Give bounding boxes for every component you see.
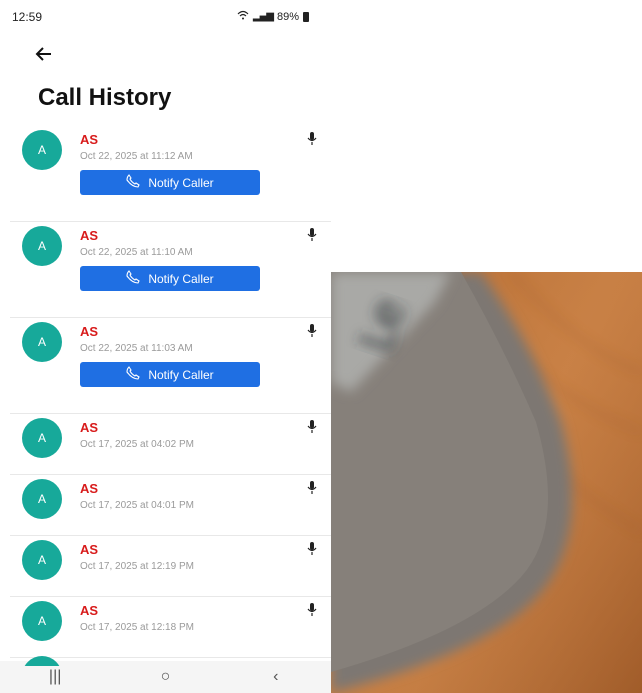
caller-name: AS — [80, 542, 99, 557]
notify-caller-label: Notify Caller — [148, 175, 214, 190]
call-datetime: Oct 17, 2025 at 12:19 PM — [80, 561, 194, 572]
microphone-icon[interactable] — [307, 542, 317, 556]
call-history-list: A AS Oct 22, 2025 at 11:12 AM Notify Cal… — [10, 126, 331, 658]
partial-call-row — [10, 656, 331, 666]
caller-name: AS — [80, 420, 99, 435]
call-datetime: Oct 17, 2025 at 04:02 PM — [80, 439, 194, 450]
photo-illustration: Le — [331, 272, 642, 693]
home-button[interactable]: ○ — [145, 668, 185, 686]
call-datetime: Oct 17, 2025 at 12:18 PM — [80, 622, 194, 633]
microphone-icon[interactable] — [307, 603, 317, 617]
notify-caller-button[interactable]: Notify Caller — [80, 266, 260, 291]
status-time: 12:59 — [12, 10, 43, 24]
microphone-icon[interactable] — [307, 481, 317, 495]
phone-screenshot: 12:59 ▂▄▆ 89% Call History A AS Oct 22, … — [0, 0, 331, 693]
call-row[interactable]: A AS Oct 22, 2025 at 11:10 AM Notify Cal… — [10, 222, 331, 318]
phone-icon — [126, 174, 141, 191]
avatar — [22, 656, 62, 666]
call-row[interactable]: A AS Oct 17, 2025 at 12:19 PM — [10, 536, 331, 597]
avatar: A — [22, 226, 62, 266]
caller-name: AS — [80, 481, 99, 496]
microphone-icon[interactable] — [307, 420, 317, 434]
signal-icon: ▂▄▆ — [252, 11, 274, 22]
status-icons: ▂▄▆ 89% — [237, 10, 309, 23]
call-row[interactable]: A AS Oct 22, 2025 at 11:12 AM Notify Cal… — [10, 126, 331, 222]
avatar: A — [22, 322, 62, 362]
back-button[interactable]: ‹ — [256, 668, 296, 686]
call-row[interactable]: A AS Oct 22, 2025 at 11:03 AM Notify Cal… — [10, 318, 331, 414]
page-title: Call History — [38, 84, 172, 111]
back-arrow-icon[interactable] — [34, 44, 58, 68]
phone-icon — [126, 366, 141, 383]
battery-percent: 89% — [276, 10, 299, 23]
call-datetime: Oct 17, 2025 at 04:01 PM — [80, 500, 194, 511]
call-datetime: Oct 22, 2025 at 11:03 AM — [80, 343, 193, 354]
call-row[interactable]: A AS Oct 17, 2025 at 04:01 PM — [10, 475, 331, 536]
wifi-icon — [237, 10, 249, 23]
caller-name: AS — [80, 132, 99, 147]
recents-button[interactable]: ||| — [35, 668, 75, 686]
notify-caller-button[interactable]: Notify Caller — [80, 362, 260, 387]
call-datetime: Oct 22, 2025 at 11:10 AM — [80, 247, 193, 258]
notify-caller-button[interactable]: Notify Caller — [80, 170, 260, 195]
caller-name: AS — [80, 324, 99, 339]
call-datetime: Oct 22, 2025 at 11:12 AM — [80, 151, 193, 162]
phone-icon — [126, 270, 141, 287]
avatar: A — [22, 130, 62, 170]
caller-name: AS — [80, 603, 99, 618]
notify-caller-label: Notify Caller — [148, 367, 214, 382]
battery-icon — [303, 11, 309, 22]
avatar: A — [22, 540, 62, 580]
microphone-icon[interactable] — [307, 324, 317, 338]
caller-name: AS — [80, 228, 99, 243]
status-bar: 12:59 ▂▄▆ 89% — [0, 0, 331, 34]
call-row[interactable]: A AS Oct 17, 2025 at 04:02 PM — [10, 414, 331, 475]
avatar: A — [22, 479, 62, 519]
microphone-icon[interactable] — [307, 132, 317, 146]
microphone-icon[interactable] — [307, 228, 317, 242]
avatar: A — [22, 418, 62, 458]
blurry-photo: Le — [331, 272, 642, 693]
notify-caller-label: Notify Caller — [148, 271, 214, 286]
avatar: A — [22, 601, 62, 641]
call-row[interactable]: A AS Oct 17, 2025 at 12:18 PM — [10, 597, 331, 658]
